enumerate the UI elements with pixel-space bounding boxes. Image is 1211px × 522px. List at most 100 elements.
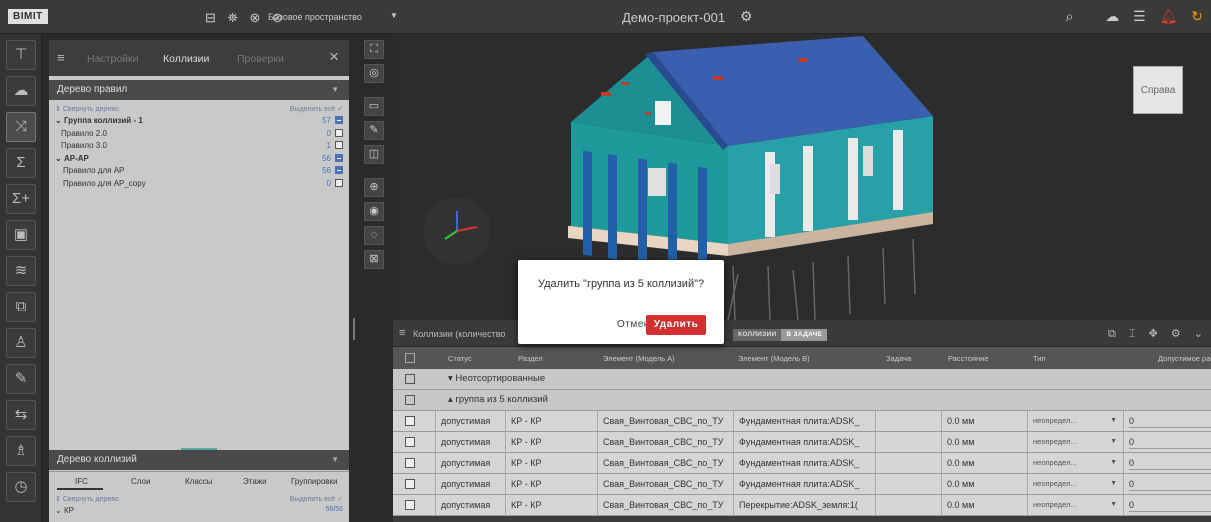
target-icon[interactable]: ◎	[364, 64, 384, 83]
chart-icon[interactable]: ≋	[6, 256, 36, 286]
close-icon[interactable]: ×	[329, 47, 339, 67]
select-all-checkbox[interactable]	[405, 353, 415, 363]
rules-tree-header[interactable]: Дерево правил ▼	[49, 80, 349, 100]
nav-cube[interactable]: Справа	[1133, 66, 1183, 114]
cell-type[interactable]: неопредел... ▼	[1027, 474, 1123, 494]
bimit-logo[interactable]: BIMIT	[8, 9, 48, 24]
axis-gizmo[interactable]	[423, 197, 491, 265]
col-element-a[interactable]: Элемент (Модель А)	[603, 354, 675, 363]
route-icon[interactable]: ⇆	[6, 400, 36, 430]
table-row[interactable]: допустимая КР - КР Свая_Винтовая_СВС_по_ТУ…	[393, 453, 1211, 474]
delete-button[interactable]: Удалить	[646, 315, 706, 335]
search-icon[interactable]: ⌕	[1066, 8, 1074, 24]
group-row[interactable]: ▴ группа из 5 коллизий	[393, 390, 1211, 411]
table-row[interactable]: допустимая КР - КР Свая_Винтовая_СВС_по_ТУ…	[393, 411, 1211, 432]
cloud-icon[interactable]: ☁	[1105, 8, 1119, 24]
row-checkbox[interactable]	[405, 416, 415, 426]
pen-tool-icon[interactable]: ✎	[364, 121, 384, 140]
chevron-icon[interactable]: ▾	[448, 373, 453, 384]
col-section[interactable]: Раздел	[518, 354, 543, 363]
rule-tree-row[interactable]: ⌄ Группа коллизий - 1 57	[55, 115, 343, 128]
tab-checks[interactable]: Проверки	[237, 53, 284, 65]
puzzle-icon[interactable]: ⧉	[6, 292, 36, 322]
table-row[interactable]: допустимая КР - КР Свая_Винтовая_СВС_по_ТУ…	[393, 495, 1211, 516]
cell-type[interactable]: неопредел... ▼	[1027, 411, 1123, 431]
gear-icon[interactable]: ⚙	[1171, 328, 1181, 340]
fit-view-icon[interactable]: ⛶	[364, 40, 384, 59]
cell-type[interactable]: неопредел... ▼	[1027, 495, 1123, 515]
group-row[interactable]: ▾ Неотсортированные	[393, 369, 1211, 390]
rule-tree-row[interactable]: Правило 3.0 1	[55, 140, 343, 153]
chevron-icon[interactable]: ▴	[448, 394, 453, 405]
pen-icon[interactable]: ✎	[6, 364, 36, 394]
chevron-icon[interactable]: ⌄	[55, 154, 62, 163]
row-checkbox[interactable]	[405, 500, 415, 510]
select-all-link[interactable]: Выделить всё ✓	[290, 495, 343, 503]
collisions-tree-header[interactable]: Дерево коллизий ▼	[49, 448, 349, 470]
cell-allowed[interactable]: 0	[1123, 474, 1211, 494]
sigma-icon[interactable]: Σ	[6, 148, 36, 178]
select-all-link[interactable]: Выделить всё ✓	[290, 105, 343, 113]
rule-tree-row[interactable]: Правило 2.0 0	[55, 128, 343, 141]
tab-ifc[interactable]: IFC	[75, 477, 88, 486]
tab-floors[interactable]: Этажи	[243, 477, 267, 486]
chevron-down-icon[interactable]: ⌄	[1194, 328, 1203, 340]
menu-icon[interactable]: ≡	[57, 50, 65, 65]
shuffle-icon[interactable]: ⤨	[6, 112, 36, 142]
resize-handle[interactable]	[181, 448, 217, 450]
collapse-tree-link[interactable]: ⇕ Свернуть дерево	[55, 105, 119, 113]
section-icon[interactable]: ▭	[364, 97, 384, 116]
list-icon[interactable]: ☰	[1133, 8, 1146, 24]
col-allowed[interactable]: Допустимое рас	[1158, 354, 1211, 363]
rule-checkbox[interactable]	[335, 116, 343, 124]
chevron-down-icon[interactable]: ▼	[331, 80, 339, 100]
col-status[interactable]: Статус	[448, 354, 472, 363]
space-selector[interactable]: Базовое пространство	[268, 12, 362, 22]
chevron-down-icon[interactable]: ▼	[1110, 411, 1117, 431]
cell-allowed[interactable]: 0	[1123, 411, 1211, 431]
copy-icon[interactable]: ⧉	[1108, 328, 1116, 340]
col-task[interactable]: Задача	[886, 354, 911, 363]
rule-tree-row[interactable]: Правило для АР_copy 0	[55, 178, 343, 191]
text-icon[interactable]: ⌶	[1129, 328, 1136, 340]
user-settings-icon[interactable]: ♗	[6, 436, 36, 466]
cell-allowed[interactable]: 0	[1123, 495, 1211, 515]
sigma-plus-icon[interactable]: Σ+	[6, 184, 36, 214]
rule-checkbox[interactable]	[335, 128, 343, 137]
tab-settings[interactable]: Настройки	[87, 53, 139, 65]
rule-tree-row[interactable]: Правило для АР 56	[55, 165, 343, 178]
building-model[interactable]	[393, 34, 1211, 320]
bell-icon[interactable]: 🔔︎	[1160, 8, 1178, 24]
layers-icon[interactable]: ⊕	[364, 178, 384, 197]
tree-row-kr[interactable]: ⌄ КР	[55, 506, 74, 515]
rule-checkbox[interactable]	[335, 178, 343, 187]
row-checkbox[interactable]	[405, 395, 415, 405]
menu-icon[interactable]: ≡	[399, 327, 405, 339]
chevron-icon[interactable]: ⌄	[55, 116, 62, 125]
cell-type[interactable]: неопредел... ▼	[1027, 432, 1123, 452]
collapse-tree-link[interactable]: ⇕ Свернуть дерево	[55, 495, 119, 503]
col-distance[interactable]: Расстояние	[948, 354, 989, 363]
tree-icon[interactable]: ⊤	[6, 40, 36, 70]
rule-checkbox[interactable]	[335, 166, 343, 174]
chevron-down-icon[interactable]: ▼	[331, 450, 339, 470]
filter-in-task[interactable]: В ЗАДАЧЕ	[781, 329, 828, 341]
row-checkbox[interactable]	[405, 479, 415, 489]
filter-collisions[interactable]: КОЛЛИЗИИ	[733, 329, 782, 341]
rule-checkbox[interactable]	[335, 141, 343, 149]
cell-allowed[interactable]: 0	[1123, 453, 1211, 473]
chevron-down-icon[interactable]: ▼	[1110, 495, 1117, 515]
move-icon[interactable]: ✥	[1149, 328, 1158, 340]
close-box-icon[interactable]: ⊠	[364, 250, 384, 269]
calendar-icon[interactable]: ▣	[6, 220, 36, 250]
cube-icon[interactable]: ◫	[364, 145, 384, 164]
eye-icon[interactable]: ◉	[364, 202, 384, 221]
chevron-down-icon[interactable]: ▼	[1110, 453, 1117, 473]
tab-classes[interactable]: Классы	[185, 477, 213, 486]
panel-splitter[interactable]	[353, 318, 355, 340]
tab-groupings[interactable]: Группировки	[291, 477, 338, 486]
cell-type[interactable]: неопредел... ▼	[1027, 453, 1123, 473]
refresh-icon[interactable]: ↻	[1191, 8, 1203, 24]
col-element-b[interactable]: Элемент (Модель В)	[738, 354, 810, 363]
cloud-icon[interactable]: ☁	[6, 76, 36, 106]
